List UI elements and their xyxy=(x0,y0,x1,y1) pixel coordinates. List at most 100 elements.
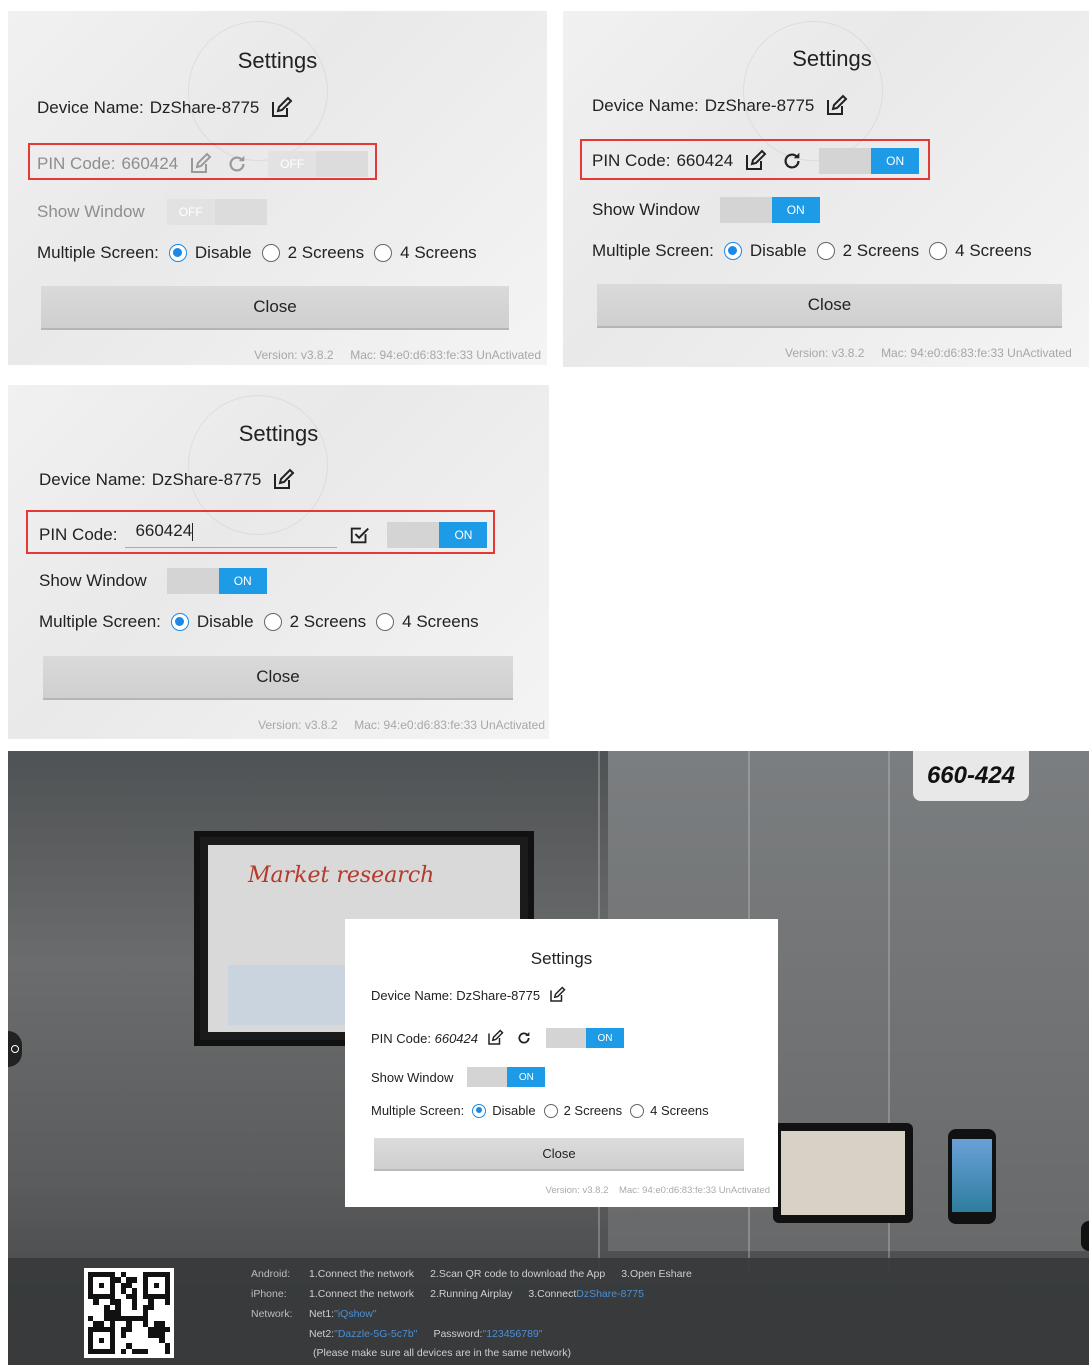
version-text: Version: v3.8.2 xyxy=(254,348,334,362)
phone-screen xyxy=(952,1139,992,1212)
highlight-box xyxy=(26,510,495,554)
device-name-value: DzShare-8775 xyxy=(456,987,541,1003)
close-button[interactable]: Close xyxy=(374,1138,744,1171)
connection-info-bar: Android: 1.Connect the network 2.Scan QR c… xyxy=(8,1258,1089,1365)
radio-label: 4 Screens xyxy=(402,612,479,631)
show-window-toggle[interactable]: ON xyxy=(719,197,820,223)
iphone-step: 2.Running Airplay xyxy=(430,1288,513,1300)
side-handle-right[interactable] xyxy=(1081,1221,1089,1251)
radio-2-screens[interactable] xyxy=(261,244,280,262)
radio-label: 4 Screens xyxy=(400,243,477,262)
qr-code-icon[interactable] xyxy=(84,1268,174,1358)
radio-2-screens[interactable] xyxy=(816,242,835,260)
device-name-label: Device Name: xyxy=(371,987,453,1003)
highlight-box xyxy=(28,143,377,180)
edit-icon[interactable] xyxy=(548,986,566,1004)
multiple-screen-label: Multiple Screen: xyxy=(371,1103,465,1118)
radio-2-screens[interactable] xyxy=(543,1103,558,1118)
pin-code-badge: 660-424 xyxy=(913,751,1029,801)
handwriting-text: Market research xyxy=(248,863,435,888)
pin-code-row: PIN Code: 660424 ON xyxy=(371,1028,624,1048)
dialog-title: Settings xyxy=(530,949,593,968)
show-window-toggle[interactable]: OFF xyxy=(166,199,267,225)
version-text: Version: v3.8.2 xyxy=(258,718,338,732)
device-name-row: Device Name: DzShare-8775 xyxy=(371,986,566,1004)
radio-4-screens[interactable] xyxy=(376,613,395,631)
edit-icon[interactable] xyxy=(486,1029,504,1047)
show-window-label: Show Window xyxy=(37,202,145,221)
pin-code-label: PIN Code: xyxy=(371,1030,431,1046)
device-name-label: Device Name: xyxy=(592,96,699,115)
multiple-screen-row: Multiple Screen: Disable 2 Screens 4 Scr… xyxy=(371,1103,709,1118)
multiple-screen-row: Multiple Screen: Disable 2 Screens 4 Scr… xyxy=(592,241,1032,261)
show-window-row: Show Window ON xyxy=(39,568,267,594)
multiple-screen-row: Multiple Screen: Disable 2 Screens 4 Scr… xyxy=(39,612,479,632)
radio-disable[interactable] xyxy=(723,242,742,260)
edit-icon[interactable] xyxy=(271,468,295,492)
net1-label: Net1: xyxy=(309,1308,335,1320)
iphone-step: 1.Connect the network xyxy=(309,1288,415,1300)
settings-panel-pin-on: Settings Device Name: DzShare-8775 PIN C… xyxy=(563,11,1089,367)
net2-value: "Dazzle-5G-5c7b" xyxy=(334,1328,418,1340)
show-window-label: Show Window xyxy=(39,571,147,590)
edit-icon[interactable] xyxy=(824,94,848,118)
settings-panel-pin-edit: Settings Device Name: DzShare-8775 PIN C… xyxy=(8,385,549,739)
close-button[interactable]: Close xyxy=(597,284,1062,328)
pin-code-toggle[interactable]: ON xyxy=(546,1028,624,1048)
network-net2: Net2:"Dazzle-5G-5c7b" Password:"123456789… xyxy=(309,1328,542,1340)
multiple-screen-row: Multiple Screen: Disable 2 Screens 4 Scr… xyxy=(37,243,477,263)
version-text: Version: v3.8.2 xyxy=(545,1185,609,1196)
radio-4-screens[interactable] xyxy=(374,244,393,262)
mac-text: Mac: 94:e0:d6:83:fe:33 UnActivated xyxy=(618,1185,770,1196)
radio-4-screens[interactable] xyxy=(929,242,948,260)
radio-disable[interactable] xyxy=(170,613,189,631)
iphone-instructions: iPhone: 1.Connect the network 2.Running Ai… xyxy=(251,1288,644,1300)
android-step: 2.Scan QR code to download the App xyxy=(430,1268,606,1280)
show-window-toggle[interactable]: ON xyxy=(166,568,267,594)
version-text: Version: v3.8.2 xyxy=(785,346,865,360)
network-net1: Network: Net1:"iQshow" xyxy=(251,1308,377,1320)
side-menu-handle[interactable] xyxy=(8,1031,22,1067)
version-footer: Version: v3.8.2 Mac: 94:e0:d6:83:fe:33 U… xyxy=(546,1185,770,1196)
show-window-row: Show Window OFF xyxy=(37,199,267,225)
panel-title: Settings xyxy=(792,46,872,71)
radio-label: 4 Screens xyxy=(955,241,1032,260)
fullscreen-receiver-view: Market research 660-424 Settings Device … xyxy=(8,751,1089,1365)
qr-code-pattern xyxy=(88,1272,170,1354)
radio-2-screens[interactable] xyxy=(263,613,282,631)
radio-label: Disable xyxy=(749,241,807,260)
mac-text: Mac: 94:e0:d6:83:fe:33 UnActivated xyxy=(881,346,1072,360)
background-decoration xyxy=(188,21,328,161)
net1-value: "iQshow" xyxy=(334,1308,377,1320)
iphone-step: 3.Connect xyxy=(528,1288,577,1300)
show-window-toggle[interactable]: ON xyxy=(467,1067,546,1087)
show-window-row: Show Window ON xyxy=(592,197,820,223)
device-name-value: DzShare-8775 xyxy=(704,96,815,115)
close-button[interactable]: Close xyxy=(43,656,513,700)
device-name-row: Device Name: DzShare-8775 xyxy=(39,468,295,492)
edit-icon[interactable] xyxy=(269,96,293,120)
panel-title: Settings xyxy=(237,48,318,73)
highlight-box xyxy=(580,139,930,180)
android-label: Android: xyxy=(251,1268,291,1280)
android-step: 1.Connect the network xyxy=(309,1268,415,1280)
radio-disable[interactable] xyxy=(472,1103,487,1118)
version-footer: Version: v3.8.2 Mac: 94:e0:d6:83:fe:33 U… xyxy=(254,348,541,362)
chart-graphic xyxy=(228,965,348,1025)
android-instructions: Android: 1.Connect the network 2.Scan QR c… xyxy=(251,1268,692,1280)
password-label: Password: xyxy=(433,1328,483,1340)
tablet-screen xyxy=(781,1131,905,1215)
radio-label: 2 Screens xyxy=(287,243,365,262)
radio-disable[interactable] xyxy=(168,244,187,262)
device-name-value: DzShare-8775 xyxy=(151,470,262,489)
refresh-icon[interactable] xyxy=(516,1030,532,1046)
iphone-label: iPhone: xyxy=(251,1288,287,1300)
multiple-screen-label: Multiple Screen: xyxy=(592,241,714,260)
radio-label: 2 Screens xyxy=(563,1103,623,1118)
network-note: (Please make sure all devices are in the… xyxy=(313,1347,571,1359)
radio-4-screens[interactable] xyxy=(630,1103,645,1118)
settings-dialog: Settings Device Name: DzShare-8775 PIN C… xyxy=(345,919,778,1207)
device-name-value: DzShare-8775 xyxy=(149,98,260,117)
show-window-label: Show Window xyxy=(371,1069,454,1085)
close-button[interactable]: Close xyxy=(41,286,509,330)
